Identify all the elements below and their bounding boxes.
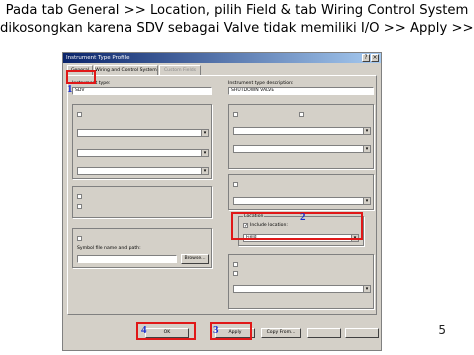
symbol-file-label: Symbol file name and path: <box>77 246 141 251</box>
ok-button[interactable]: OK <box>145 328 189 338</box>
left-group-2-checkbox-1[interactable] <box>77 194 82 199</box>
close-icon[interactable]: × <box>371 54 379 62</box>
chevron-down-icon[interactable]: ▾ <box>201 130 208 136</box>
right-group-1-checkbox-2[interactable] <box>299 112 304 117</box>
left-group-2 <box>72 186 212 218</box>
left-group-1-combo-3[interactable]: ▾ <box>77 167 209 175</box>
location-group-legend: Location <box>243 214 265 219</box>
right-group-1: ▾ ▾ <box>228 104 374 169</box>
left-group-3-checkbox[interactable] <box>77 236 82 241</box>
left-group-1: ▾ ▾ ▾ <box>72 104 212 179</box>
checkmark-icon: ✓ <box>243 223 249 229</box>
tab-custom-fields[interactable]: Custom Fields <box>159 65 201 75</box>
include-location-label: Include location: <box>250 223 288 228</box>
chevron-down-icon[interactable]: ▾ <box>363 286 370 292</box>
right-group-2-combo[interactable]: ▾ <box>233 197 371 205</box>
tab-wiring-control-system[interactable]: Wiring and Control System <box>94 65 158 75</box>
symbol-file-field[interactable] <box>77 255 177 263</box>
dialog-title-bar: Instrument Type Profile ? × <box>63 53 381 63</box>
type-description-label: Instrument type description: <box>228 81 294 86</box>
location-selected-value: Field <box>246 235 257 240</box>
step-marker-3: 3 <box>213 324 219 336</box>
right-group-4-checkbox-2[interactable] <box>233 271 238 276</box>
browse-button[interactable]: Browse... <box>181 254 209 264</box>
chevron-down-icon[interactable]: ▾ <box>363 146 370 152</box>
chevron-down-icon[interactable]: ▾ <box>201 168 208 174</box>
step-marker-1: 1 <box>67 83 73 95</box>
right-group-1-combo-1[interactable]: ▾ <box>233 127 371 135</box>
footer-button-4[interactable] <box>307 328 341 338</box>
right-group-2-checkbox[interactable] <box>233 182 238 187</box>
tab-general[interactable]: General <box>67 65 93 75</box>
dialog-title: Instrument Type Profile <box>66 55 130 61</box>
left-group-1-checkbox[interactable] <box>77 112 82 117</box>
instrument-type-label: Instrument type: <box>72 81 111 86</box>
instrument-type-profile-dialog: Instrument Type Profile ? × General Wiri… <box>62 52 382 351</box>
footer-button-5[interactable] <box>345 328 379 338</box>
right-group-4-checkbox-1[interactable] <box>233 262 238 267</box>
right-group-1-checkbox-1[interactable] <box>233 112 238 117</box>
chevron-down-icon[interactable]: ▾ <box>363 198 370 204</box>
general-tab-panel: Instrument type: SDV Instrument type des… <box>67 75 377 315</box>
left-group-3: Symbol file name and path: Browse... <box>72 228 212 268</box>
left-group-1-combo-1[interactable]: ▾ <box>77 129 209 137</box>
caption-line-1: Pada tab General >> Location, pilih Fiel… <box>5 3 469 18</box>
include-location-checkbox[interactable]: ✓ Include location: <box>243 223 288 229</box>
help-icon[interactable]: ? <box>362 54 370 62</box>
slide-number: 5 <box>438 323 446 337</box>
left-group-2-checkbox-2[interactable] <box>77 204 82 209</box>
right-group-2: ▾ <box>228 174 374 210</box>
step-marker-4: 4 <box>141 324 147 336</box>
caption-line-2: dikosongkan karena SDV sebagai Valve tid… <box>0 21 474 36</box>
instrument-type-field[interactable]: SDV <box>72 87 212 95</box>
right-group-4: ▾ <box>228 254 374 309</box>
left-group-1-combo-2[interactable]: ▾ <box>77 149 209 157</box>
right-group-1-combo-2[interactable]: ▾ <box>233 145 371 153</box>
chevron-down-icon[interactable]: ▾ <box>351 235 358 241</box>
step-marker-2: 2 <box>300 211 306 223</box>
chevron-down-icon[interactable]: ▾ <box>201 150 208 156</box>
copy-from-button[interactable]: Copy From... <box>261 328 301 338</box>
location-select[interactable]: Field ▾ <box>243 234 359 242</box>
right-group-4-combo[interactable]: ▾ <box>233 285 371 293</box>
chevron-down-icon[interactable]: ▾ <box>363 128 370 134</box>
type-description-field[interactable]: SHUTDOWN VALVE <box>228 87 374 95</box>
apply-button[interactable]: Apply <box>215 328 255 338</box>
